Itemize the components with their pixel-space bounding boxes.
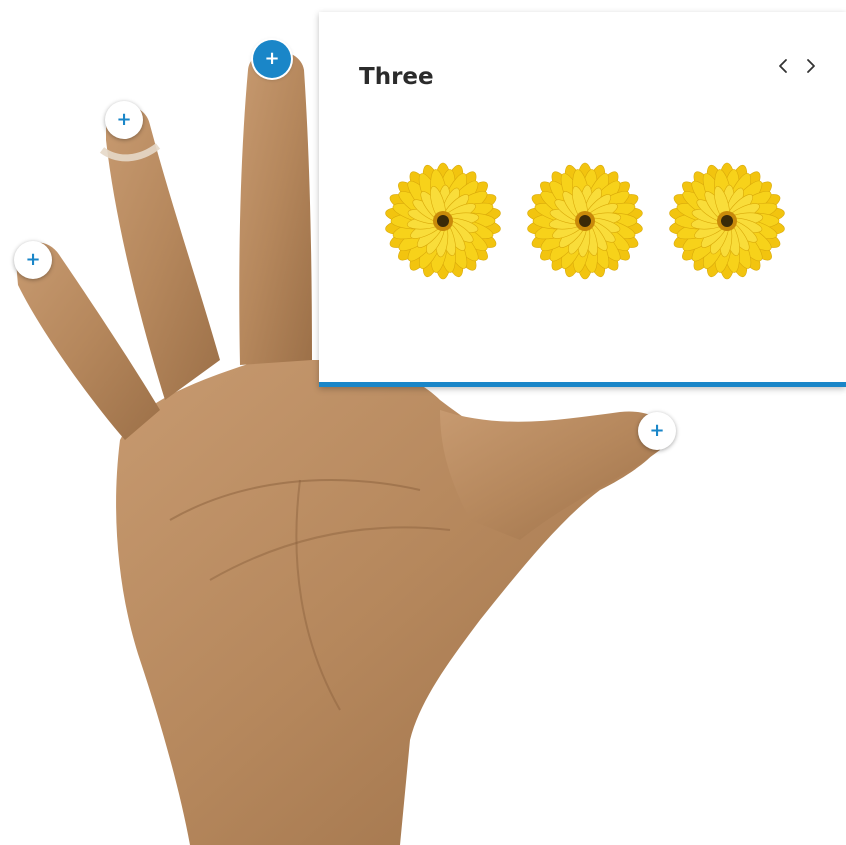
hotspot-ring[interactable]: + — [105, 101, 143, 139]
plus-icon: + — [649, 420, 665, 441]
next-button[interactable] — [804, 56, 818, 76]
popup-title: Three — [359, 64, 434, 90]
hotspot-interactive-stage: + + + + Three — [0, 0, 846, 845]
middle-finger — [239, 50, 312, 365]
plus-icon: + — [264, 48, 280, 69]
hotspot-popup: Three — [319, 12, 846, 387]
chevron-left-icon — [779, 59, 787, 73]
chevron-right-icon — [807, 59, 815, 73]
prev-button[interactable] — [776, 56, 790, 76]
plus-icon: + — [25, 249, 41, 270]
plus-icon: + — [116, 109, 132, 130]
hotspot-middle[interactable]: + — [253, 40, 291, 78]
popup-nav — [776, 56, 818, 76]
flower-gallery — [381, 162, 789, 280]
sunflower-icon — [527, 162, 643, 280]
sunflower-icon — [385, 162, 501, 280]
hotspot-thumb[interactable]: + — [638, 412, 676, 450]
sunflower-icon — [669, 162, 785, 280]
hotspot-pinky[interactable]: + — [14, 241, 52, 279]
